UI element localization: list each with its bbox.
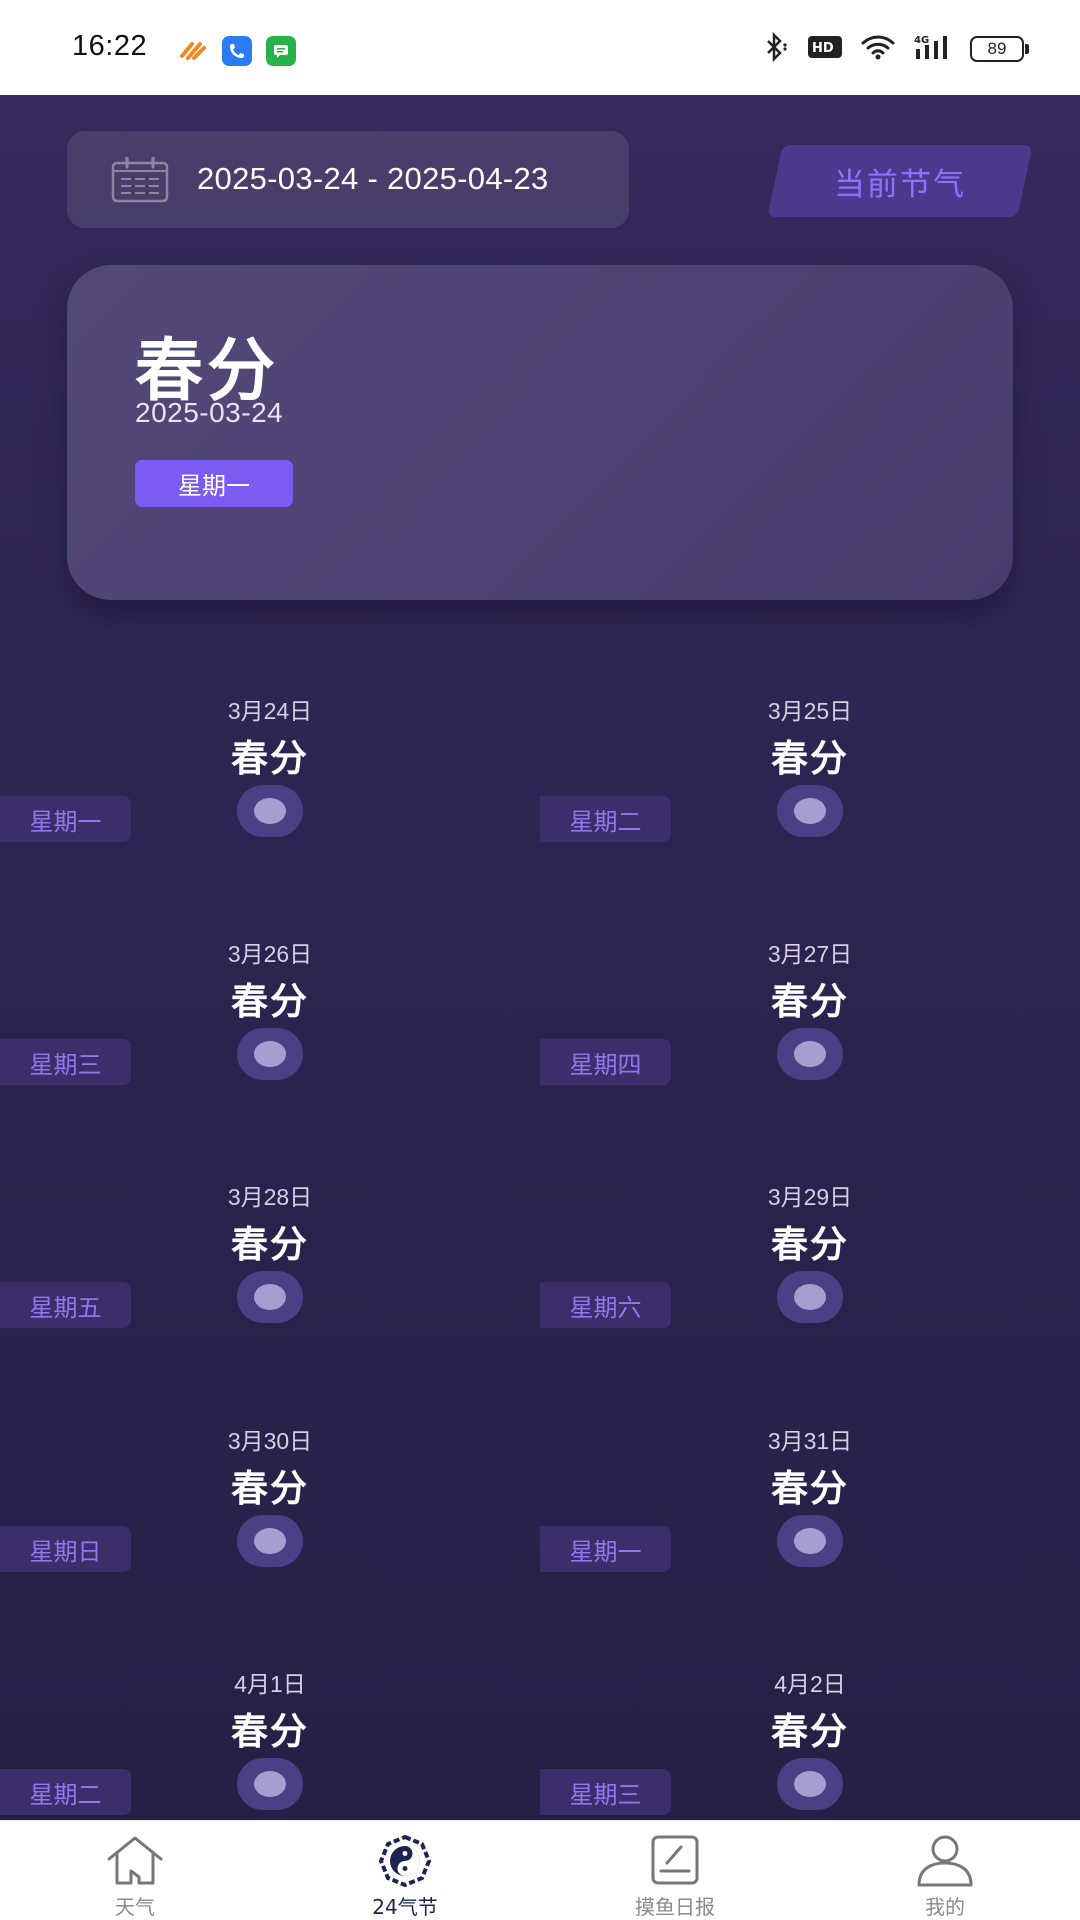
day-toggle[interactable] (777, 1271, 843, 1323)
calendar-icon (111, 156, 169, 207)
house-icon (105, 1835, 165, 1887)
day-weekday-badge: 星期三 (0, 1039, 131, 1085)
day-item[interactable]: 3月27日 春分 星期四 (540, 935, 1080, 1135)
edit-note-icon (645, 1835, 705, 1887)
day-term: 春分 (771, 980, 849, 1023)
day-term: 春分 (771, 1223, 849, 1266)
nav-item-solar-terms[interactable]: 24气节 (270, 1821, 540, 1920)
day-term: 春分 (231, 737, 309, 780)
main-content: 2025-03-24 - 2025-04-23 当前节气 春分 2025-03-… (0, 95, 1080, 1820)
day-term: 春分 (231, 1223, 309, 1266)
day-term: 春分 (231, 1467, 309, 1510)
day-term: 春分 (771, 1710, 849, 1753)
nav-item-weather[interactable]: 天气 (0, 1821, 270, 1920)
signal-4g-icon: 4G (914, 33, 952, 65)
day-item[interactable]: 4月2日 春分 星期三 (540, 1665, 1080, 1820)
day-date: 3月30日 (227, 1428, 313, 1454)
day-item[interactable]: 3月24日 春分 星期一 (0, 692, 540, 892)
notification-icons (178, 36, 296, 66)
yin-yang-bagua-icon (375, 1834, 435, 1888)
current-term-label: 当前节气 (834, 166, 966, 203)
day-date: 3月24日 (227, 698, 313, 724)
day-date: 3月25日 (767, 698, 853, 724)
nav-label: 我的 (925, 1895, 965, 1919)
day-term: 春分 (231, 1710, 309, 1753)
day-toggle[interactable] (777, 1758, 843, 1810)
day-date: 4月2日 (774, 1671, 846, 1697)
nav-label: 摸鱼日报 (635, 1895, 715, 1919)
day-weekday-badge: 星期四 (540, 1039, 671, 1085)
day-term: 春分 (771, 1467, 849, 1510)
day-weekday-badge: 星期二 (0, 1769, 131, 1815)
day-toggle[interactable] (237, 1515, 303, 1567)
day-date: 3月28日 (227, 1184, 313, 1210)
current-term-button[interactable]: 当前节气 (767, 145, 1033, 217)
day-weekday-badge: 星期一 (0, 796, 131, 842)
day-toggle[interactable] (777, 1515, 843, 1567)
date-range-picker[interactable]: 2025-03-24 - 2025-04-23 (67, 131, 629, 228)
day-weekday-badge: 星期日 (0, 1526, 131, 1572)
status-bar: 16:22 HD 4G 89 (0, 0, 1080, 95)
hero-card: 春分 2025-03-24 星期一 (67, 265, 1013, 600)
tasks-app-icon (178, 36, 208, 66)
bottom-nav: 天气 24气节 摸鱼日报 我的 (0, 1820, 1080, 1920)
day-date: 4月1日 (234, 1671, 306, 1697)
day-weekday-badge: 星期一 (540, 1526, 671, 1572)
day-item[interactable]: 3月29日 春分 星期六 (540, 1178, 1080, 1378)
day-term: 春分 (771, 737, 849, 780)
day-term: 春分 (231, 980, 309, 1023)
hero-date: 2025-03-24 (135, 397, 284, 428)
day-toggle[interactable] (237, 785, 303, 837)
day-date: 3月27日 (767, 941, 853, 967)
day-toggle[interactable] (777, 785, 843, 837)
day-date: 3月31日 (767, 1428, 853, 1454)
day-item[interactable]: 3月26日 春分 星期三 (0, 935, 540, 1135)
day-weekday-badge: 星期五 (0, 1282, 131, 1328)
svg-text:4G: 4G (914, 35, 929, 46)
day-item[interactable]: 4月1日 春分 星期二 (0, 1665, 540, 1820)
day-date: 3月26日 (227, 941, 313, 967)
phone-app-icon (222, 36, 252, 66)
date-range-text: 2025-03-24 - 2025-04-23 (197, 161, 549, 196)
nav-item-profile[interactable]: 我的 (810, 1821, 1080, 1920)
hero-weekday-badge: 星期一 (135, 460, 293, 507)
day-date: 3月29日 (767, 1184, 853, 1210)
nav-item-daily-report[interactable]: 摸鱼日报 (540, 1821, 810, 1920)
battery-indicator: 89 (970, 36, 1029, 62)
day-item[interactable]: 3月30日 春分 星期日 (0, 1422, 540, 1622)
day-item[interactable]: 3月31日 春分 星期一 (540, 1422, 1080, 1622)
status-time: 16:22 (72, 30, 148, 62)
nav-label: 天气 (115, 1895, 155, 1919)
messages-app-icon (266, 36, 296, 66)
day-toggle[interactable] (237, 1028, 303, 1080)
nav-label: 24气节 (372, 1895, 438, 1919)
day-item[interactable]: 3月28日 春分 星期五 (0, 1178, 540, 1378)
bluetooth-icon (762, 31, 790, 66)
svg-text:HD: HD (812, 41, 834, 56)
day-item[interactable]: 3月25日 春分 星期二 (540, 692, 1080, 892)
day-weekday-badge: 星期三 (540, 1769, 671, 1815)
day-weekday-badge: 星期二 (540, 796, 671, 842)
day-weekday-badge: 星期六 (540, 1282, 671, 1328)
system-icons: HD 4G 89 (762, 31, 1029, 66)
wifi-icon (860, 33, 896, 65)
user-icon (915, 1835, 975, 1887)
day-toggle[interactable] (777, 1028, 843, 1080)
hd-icon: HD (808, 36, 842, 62)
day-toggle[interactable] (237, 1758, 303, 1810)
day-toggle[interactable] (237, 1271, 303, 1323)
